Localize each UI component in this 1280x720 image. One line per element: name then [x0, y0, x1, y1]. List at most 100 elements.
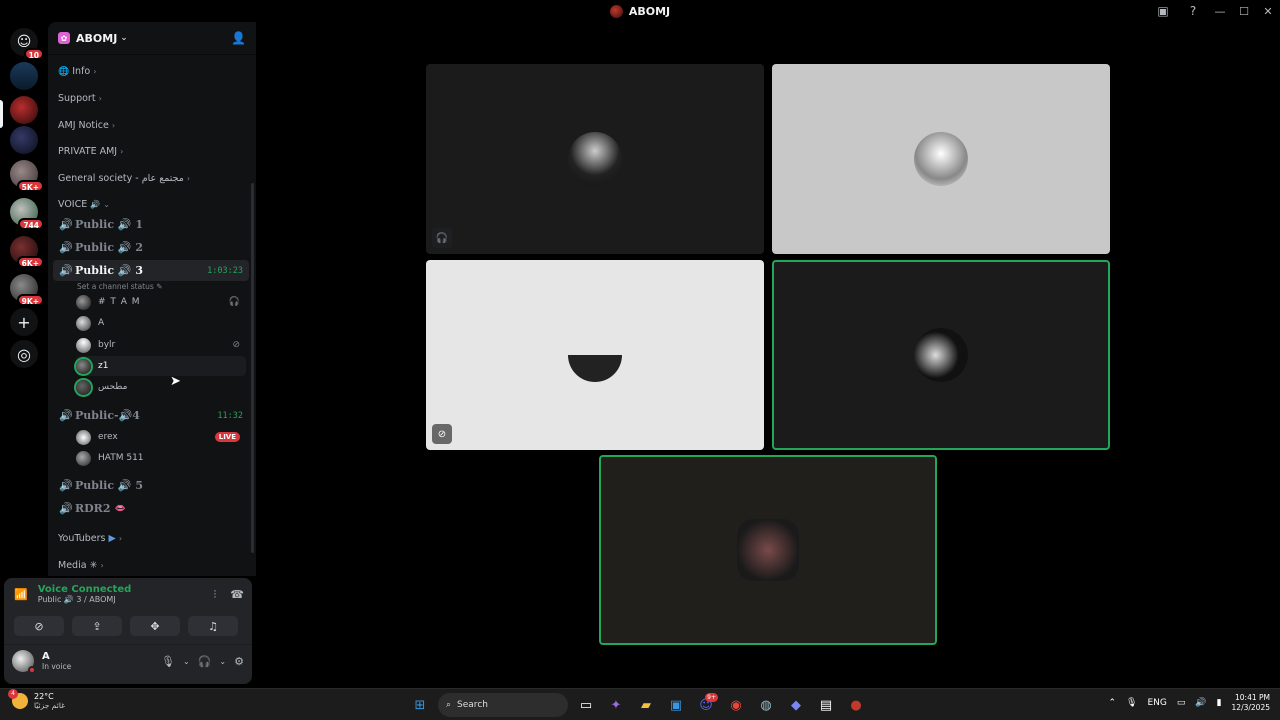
category-support[interactable]: Support ›: [58, 93, 102, 104]
add-server-button[interactable]: +: [10, 308, 38, 336]
network-icon[interactable]: ▭: [1177, 698, 1186, 708]
chevron-right-icon: ›: [98, 94, 102, 103]
server-icon-4[interactable]: 5K+: [10, 160, 44, 192]
inbox-icon[interactable]: ▣: [1148, 0, 1178, 22]
voice-channel-public-4[interactable]: 🔊 Public-🔊4 11:32: [53, 405, 249, 426]
participant-tile[interactable]: 🎧: [426, 64, 764, 254]
sparkle-icon: ✳: [89, 560, 98, 571]
muted-mic-icon: ⊘: [232, 340, 240, 350]
help-icon[interactable]: ?: [1178, 0, 1208, 22]
start-icon[interactable]: ⊞: [408, 693, 432, 717]
store-icon[interactable]: ▣: [664, 693, 688, 717]
server-icon-west[interactable]: [10, 62, 38, 90]
voice-status-title[interactable]: Voice Connected: [38, 584, 132, 595]
steam-icon[interactable]: ◍: [754, 693, 778, 717]
category-private-amj[interactable]: PRIVATE AMJ ›: [58, 146, 123, 157]
set-channel-status[interactable]: Set a channel status ✎: [77, 282, 162, 291]
settings-gear-icon[interactable]: ⚙: [234, 655, 244, 668]
disconnect-icon[interactable]: ☎: [230, 588, 244, 602]
voice-channel-public-5[interactable]: 🔊 Public 🔊 5: [53, 475, 249, 496]
voice-member[interactable]: # T A M 🎧: [76, 292, 246, 312]
camera-button[interactable]: ⊘: [14, 616, 64, 636]
chevron-down-icon[interactable]: ⌄: [183, 657, 190, 666]
category-info[interactable]: 🌐 Info ›: [58, 66, 96, 77]
category-media[interactable]: Media ✳ ›: [58, 560, 104, 571]
noise-suppression-icon[interactable]: ⫶: [214, 588, 217, 602]
avatar[interactable]: [12, 650, 36, 674]
voice-member[interactable]: z1: [76, 356, 246, 376]
voice-channel-public-1[interactable]: 🔊 Public 🔊 1: [53, 214, 249, 235]
voice-member[interactable]: erex LIVE: [76, 427, 246, 447]
clock[interactable]: 10:41 PM 12/3/2025: [1232, 693, 1270, 713]
screen-share-button[interactable]: ⇪: [72, 616, 122, 636]
voice-channel-public-2[interactable]: 🔊 Public 🔊 2: [53, 237, 249, 258]
user-name[interactable]: A: [42, 651, 71, 662]
window-title: ABOMJ: [609, 4, 670, 18]
server-icon-abomj[interactable]: [10, 96, 38, 124]
microphone-icon[interactable]: 🎙: [161, 655, 175, 668]
compass-icon: ◎: [10, 340, 38, 368]
soundboard-button[interactable]: ♫: [188, 616, 238, 636]
chevron-right-icon: ›: [186, 174, 191, 183]
server-icon-6[interactable]: 6K+: [10, 236, 44, 268]
participant-tile[interactable]: [599, 455, 937, 645]
chevron-right-icon: ›: [120, 147, 124, 156]
weather-widget[interactable]: 4 22°C غائم جزئيًا: [8, 689, 65, 710]
headphones-icon[interactable]: 🎧: [198, 655, 212, 668]
discord-taskbar-icon[interactable]: ☺ 9+: [694, 693, 718, 717]
scrollbar[interactable]: [251, 183, 254, 553]
voice-member[interactable]: مطحس: [76, 377, 246, 397]
plus-icon: +: [10, 308, 38, 336]
voice-member[interactable]: HATM 511: [76, 448, 246, 468]
voice-status-subtitle[interactable]: Public 🔊 3 / ABOMJ: [38, 595, 132, 604]
chevron-down-icon[interactable]: ⌄: [219, 657, 226, 666]
category-general[interactable]: General society - مجتمع عام ›: [58, 173, 190, 184]
server-badge: 5K+: [16, 180, 44, 192]
participant-tile[interactable]: [772, 260, 1110, 450]
discover-button[interactable]: ◎: [10, 340, 38, 368]
category-youtubers[interactable]: YouTubers ▶ ›: [58, 533, 122, 544]
maximize-button[interactable]: ☐: [1232, 0, 1256, 22]
minimize-button[interactable]: —: [1208, 0, 1232, 22]
speaker-icon: 🔊: [59, 241, 73, 254]
microphone-icon[interactable]: 🎙: [1126, 698, 1137, 708]
server-boost-icon: ✿: [58, 32, 70, 44]
participant-tile[interactable]: [772, 64, 1110, 254]
invite-people-icon[interactable]: 👤: [231, 31, 246, 45]
terminal-icon[interactable]: ▤: [814, 693, 838, 717]
speaker-icon: 🔊: [59, 218, 73, 231]
play-icon: ▶: [108, 533, 116, 544]
server-header[interactable]: ✿ ABOMJ ⌄ 👤: [48, 22, 256, 55]
chrome-icon[interactable]: ◉: [724, 693, 748, 717]
volume-icon[interactable]: 🔊: [1195, 698, 1206, 708]
voice-channel-public-3[interactable]: 🔊 Public 🔊 3 1:03:23: [53, 260, 249, 281]
avatar: [76, 429, 91, 445]
battery-icon[interactable]: ▮: [1217, 698, 1222, 708]
voice-member[interactable]: bylr ⊘: [76, 335, 246, 355]
category-amj-notice[interactable]: AMJ Notice ›: [58, 120, 115, 131]
home-button[interactable]: ☺ 10: [10, 28, 44, 60]
search-icon: ⌕: [446, 700, 452, 710]
app-icon-red[interactable]: ●: [844, 693, 868, 717]
taskbar-search[interactable]: ⌕ Search: [438, 693, 568, 717]
server-icon-5[interactable]: 744: [10, 198, 44, 230]
file-explorer-icon[interactable]: ▰: [634, 693, 658, 717]
chevron-up-icon[interactable]: ⌃: [1108, 698, 1116, 708]
server-icon-3[interactable]: [10, 126, 38, 154]
server-icon-7[interactable]: 9K+: [10, 274, 44, 306]
language-indicator[interactable]: ENG: [1147, 698, 1166, 708]
participant-tile[interactable]: ⊘: [426, 260, 764, 450]
app-icon[interactable]: ◆: [784, 693, 808, 717]
close-button[interactable]: ✕: [1256, 0, 1280, 22]
speaker-icon: 🔊: [59, 264, 73, 277]
home-badge: 10: [23, 48, 44, 60]
task-view-icon[interactable]: ▭: [574, 693, 598, 717]
live-badge: LIVE: [214, 432, 240, 442]
signal-icon[interactable]: 📶: [14, 588, 28, 601]
voice-channel-rdr2[interactable]: 🔊 RDR2 👄: [53, 498, 249, 519]
avatar: [737, 519, 799, 581]
category-voice[interactable]: VOICE 🔊 ⌄: [58, 199, 110, 210]
activities-button[interactable]: ✥: [130, 616, 180, 636]
copilot-icon[interactable]: ✦: [604, 693, 628, 717]
voice-member[interactable]: A: [76, 313, 246, 333]
